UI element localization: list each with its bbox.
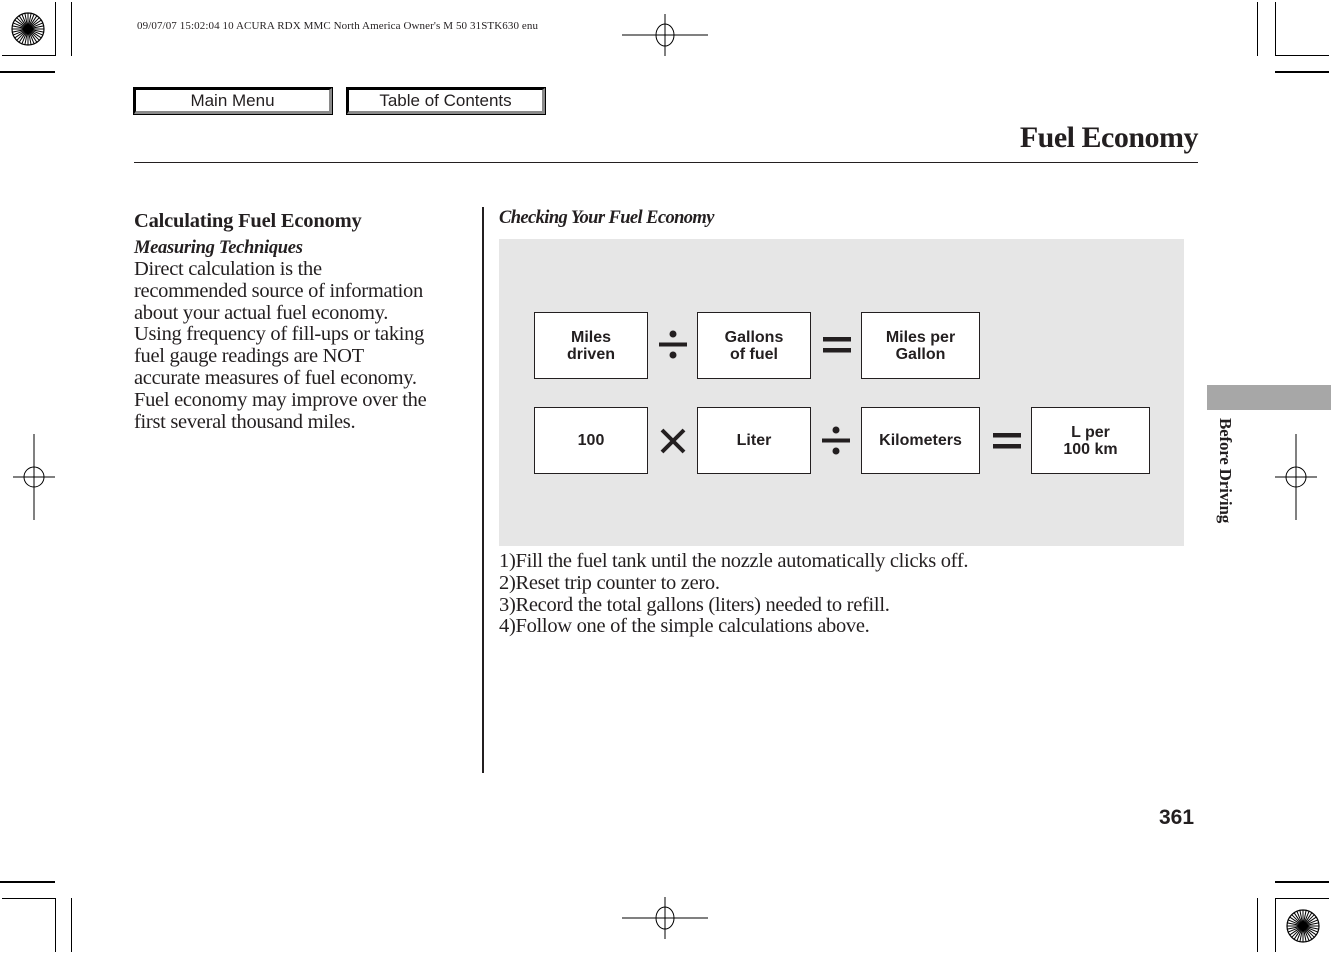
text-line: Fuel economy may improve over the [134, 388, 427, 411]
section-tab-label: Before Driving [1216, 418, 1235, 524]
left-column: Calculating Fuel Economy Measuring Techn… [134, 207, 474, 433]
crop-mark [55, 2, 56, 56]
crop-mark [1275, 898, 1276, 952]
formula-term-100: 100 [534, 407, 648, 474]
table-of-contents-button[interactable]: Table of Contents [346, 87, 546, 115]
equals-icon [993, 433, 1021, 449]
section-heading: Calculating Fuel Economy [134, 210, 362, 232]
text-line: fuel gauge readings are NOT [134, 345, 364, 368]
formula-term-gallons-of-fuel: Gallons of fuel [697, 312, 811, 379]
page-number: 361 [1159, 806, 1195, 829]
multiply-icon [660, 428, 686, 454]
crop-mark [0, 881, 55, 883]
crop-mark [1275, 2, 1276, 56]
diagram-heading: Checking Your Fuel Economy [499, 208, 714, 228]
fuel-economy-formula-diagram: Miles driven Gallons of fuel Miles per G… [499, 239, 1184, 546]
step-item: 4)Follow one of the simple calculations … [499, 615, 870, 638]
main-menu-button[interactable]: Main Menu [133, 87, 333, 115]
crop-mark [2, 898, 56, 899]
print-job-info: 09/07/07 15:02:04 10 ACURA RDX MMC North… [137, 20, 539, 32]
crop-mark [1257, 898, 1258, 952]
text-line: Using frequency of fill-ups or taking [134, 323, 425, 346]
steps-list: 1)Fill the fuel tank until the nozzle au… [499, 550, 969, 638]
divide-icon [822, 426, 850, 455]
formula-term-liter: Liter [697, 407, 811, 474]
crop-mark [1275, 71, 1329, 73]
divide-icon [659, 330, 687, 359]
column-divider [482, 207, 484, 773]
step-item: 1)Fill the fuel tank until the nozzle au… [499, 550, 969, 572]
crop-mark [71, 2, 72, 56]
formula-term-miles-driven: Miles driven [534, 312, 648, 379]
registration-sunburst-icon [1286, 909, 1320, 943]
crop-mark [2, 55, 56, 56]
step-item: 3)Record the total gallons (liters) need… [499, 593, 890, 616]
crop-mark [1257, 2, 1258, 56]
step-item: 2)Reset trip counter to zero. [499, 571, 720, 594]
crop-mark [1275, 55, 1329, 56]
crop-mark [55, 898, 56, 952]
body-paragraph: Direct calculation is the recommended so… [134, 258, 474, 433]
formula-result-l-per-100km: L per 100 km [1031, 407, 1150, 474]
registration-crosshair-icon [622, 897, 708, 939]
text-line: Direct calculation is the [134, 258, 322, 280]
section-tab [1207, 385, 1331, 410]
registration-crosshair-icon [1275, 434, 1317, 520]
text-line: accurate measures of fuel economy. [134, 366, 417, 389]
formula-result-miles-per-gallon: Miles per Gallon [861, 312, 980, 379]
text-line: about your actual fuel economy. [134, 301, 389, 324]
crop-mark [0, 71, 55, 73]
text-line: recommended source of information [134, 279, 423, 302]
page-title: Fuel Economy [1019, 121, 1199, 154]
registration-sunburst-icon [11, 12, 45, 46]
subsection-heading: Measuring Techniques [134, 238, 303, 258]
equals-icon [823, 337, 851, 353]
text-line: first several thousand miles. [134, 410, 356, 433]
formula-term-kilometers: Kilometers [861, 407, 980, 474]
crop-mark [1275, 898, 1329, 899]
crop-mark [1275, 881, 1329, 883]
title-divider [134, 162, 1198, 163]
crop-mark [71, 898, 72, 952]
registration-crosshair-icon [622, 14, 708, 56]
registration-crosshair-icon [13, 434, 55, 520]
